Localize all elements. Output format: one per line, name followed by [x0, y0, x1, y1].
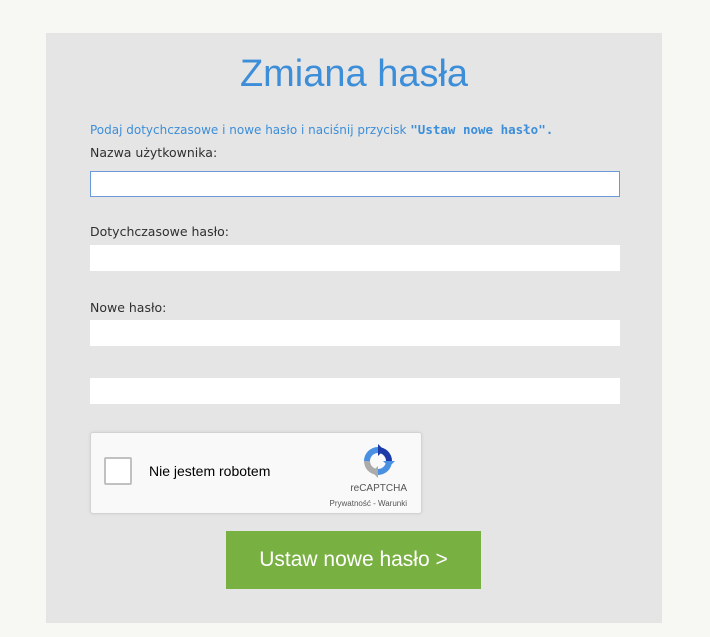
username-label: Nazwa użytkownika: — [90, 145, 218, 160]
new-password-label: Nowe hasło: — [90, 300, 167, 315]
confirm-password-field[interactable] — [90, 378, 620, 404]
recaptcha-widget: Nie jestem robotem reCAPTCHA Prywatność … — [90, 432, 422, 514]
recaptcha-privacy-terms-links[interactable]: Prywatność - Warunki — [330, 499, 408, 508]
old-password-label: Dotychczasowe hasło: — [90, 224, 230, 239]
old-password-field[interactable] — [90, 245, 620, 271]
set-new-password-button[interactable]: Ustaw nowe hasło > — [226, 531, 481, 589]
recaptcha-logo-icon — [360, 443, 396, 479]
recaptcha-checkbox-label: Nie jestem robotem — [149, 463, 271, 479]
instructions-button-reference: "Ustaw nowe hasło". — [410, 122, 554, 137]
instructions-body: Podaj dotychczasowe i nowe hasło i naciś… — [90, 123, 411, 137]
page-title: Zmiana hasła — [239, 53, 469, 95]
change-password-panel: Zmiana hasła Podaj dotychczasowe i nowe … — [46, 33, 662, 623]
recaptcha-brand: reCAPTCHA — [350, 483, 407, 494]
username-field[interactable] — [90, 171, 620, 197]
new-password-field[interactable] — [90, 320, 620, 346]
instructions-text: Podaj dotychczasowe i nowe hasło i naciś… — [90, 122, 553, 137]
recaptcha-checkbox[interactable] — [104, 457, 132, 485]
